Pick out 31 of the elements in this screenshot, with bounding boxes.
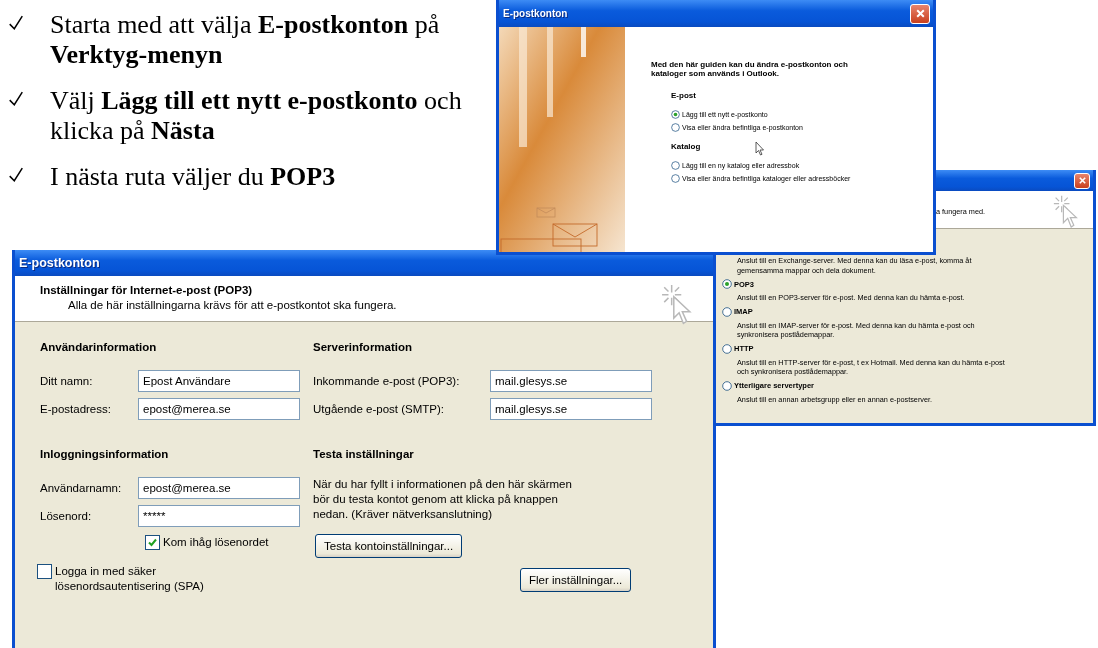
instruction-text: Starta med att välja E-postkonton på Verktyg-menyn bbox=[50, 10, 441, 70]
section-heading: Användarinformation bbox=[40, 341, 158, 353]
section-heading: E-post bbox=[671, 91, 696, 100]
section-heading: Testa inställningar bbox=[313, 448, 415, 460]
section-heading: Inloggningsinformation bbox=[40, 448, 170, 460]
input-field[interactable]: ***** bbox=[138, 505, 300, 527]
window-title: E-postkonton bbox=[19, 256, 100, 270]
input-field[interactable]: Epost Användare bbox=[138, 370, 300, 392]
more-settings-button[interactable]: Fler inställningar... bbox=[520, 568, 632, 592]
section-heading: Katalog bbox=[671, 142, 701, 151]
input-field[interactable]: mail.glesys.se bbox=[490, 398, 652, 420]
window-title: E-postkonton bbox=[503, 8, 568, 19]
checkbox-label[interactable]: Logga in med säker lösenordsautentisering (SPA) bbox=[55, 564, 235, 594]
test-description: När du har fyllt i informationen på den här skärmen bör du testa kontot genom att klicka på knappen nedan. (Kräver nätverksanslutning) bbox=[313, 477, 573, 522]
field-label: Användarnamn: bbox=[40, 482, 123, 494]
input-field[interactable]: epost@merea.se bbox=[138, 477, 300, 499]
field-label: E-postadress: bbox=[40, 403, 112, 415]
header-title: Inställningar för Internet-e-post (POP3) bbox=[40, 284, 254, 296]
instruction-text: I nästa ruta väljer du POP3 bbox=[50, 162, 337, 192]
input-field[interactable]: epost@merea.se bbox=[138, 398, 300, 420]
field-label: Inkommande e-post (POP3): bbox=[313, 375, 461, 387]
section-heading: Serverinformation bbox=[313, 341, 414, 353]
test-settings-button[interactable]: Testa kontoinställningar... bbox=[315, 534, 463, 558]
instruction-text: Välj Lägg till ett nytt e-postkonto och klicka på Nästa bbox=[50, 86, 463, 146]
input-field[interactable]: mail.glesys.se bbox=[490, 370, 652, 392]
checkbox-label[interactable]: Kom ihåg lösenordet bbox=[163, 535, 269, 550]
field-label: Utgående e-post (SMTP): bbox=[313, 403, 446, 415]
header-subtitle: Alla de här inställningarna krävs för att e-postkontot ska fungera. bbox=[68, 299, 397, 311]
intro-text: Med den här guiden kan du ändra e-postkonton och kataloger som används i Outlook. bbox=[651, 60, 849, 78]
field-label: Ditt namn: bbox=[40, 375, 94, 387]
field-label: Lösenord: bbox=[40, 510, 93, 522]
